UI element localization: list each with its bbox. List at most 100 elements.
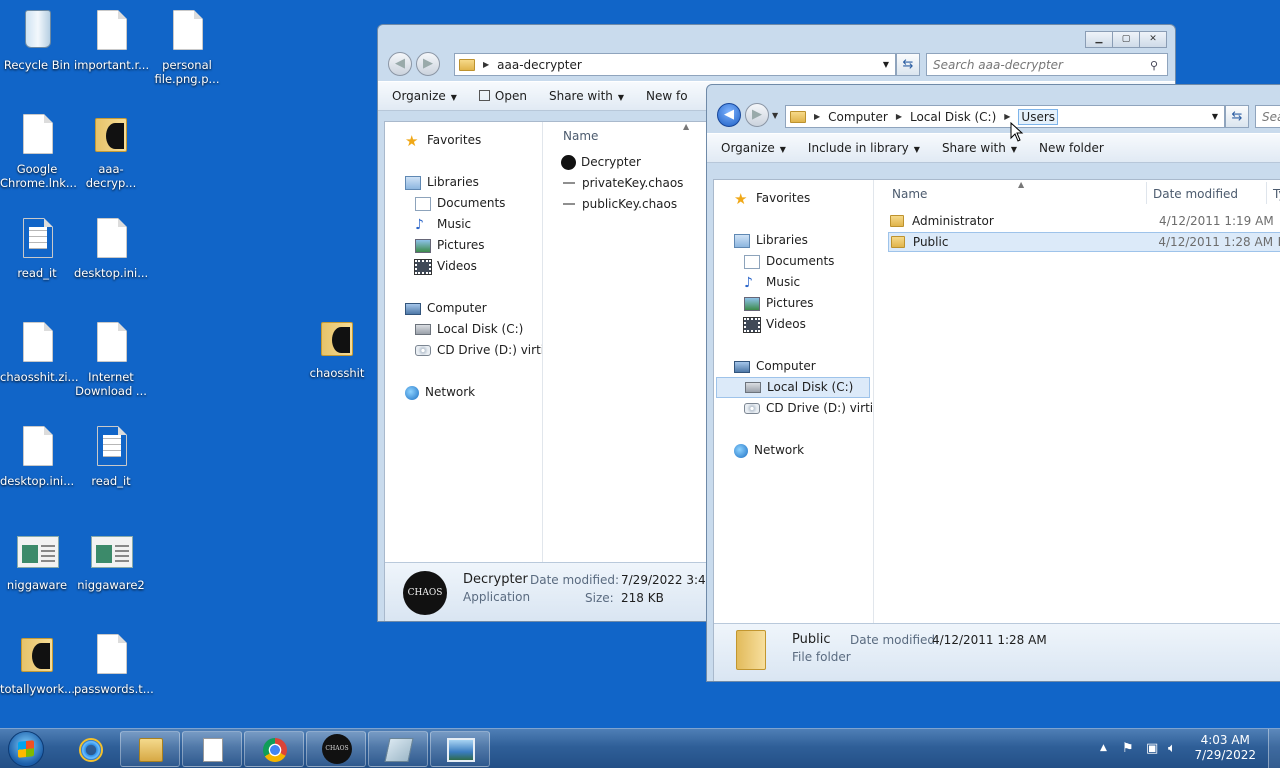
taskbar-image-viewer[interactable] — [430, 731, 490, 767]
desktop-icon-read-it[interactable]: read_it — [0, 216, 74, 280]
new-folder-button[interactable]: New folder — [1039, 141, 1104, 155]
organize-button[interactable]: Organize ▼ — [721, 141, 786, 155]
taskbar-google-chrome[interactable] — [244, 731, 304, 767]
address-bar[interactable]: ▶ aaa-decrypter ▼ — [454, 53, 896, 76]
column-header-name[interactable]: Name — [563, 124, 598, 148]
desktop-icon-aaa-decrypter[interactable]: aaa-decryp... — [74, 112, 148, 190]
breadcrumb-computer[interactable]: Computer — [828, 110, 888, 124]
nav-computer[interactable]: Computer — [405, 298, 487, 319]
nav-local-disk[interactable]: Local Disk (C:) — [415, 319, 523, 340]
minimize-button[interactable]: ▁ — [1085, 31, 1113, 48]
clock-date: 7/29/2022 — [1194, 748, 1256, 762]
forward-button[interactable]: ▶ — [745, 103, 769, 127]
nav-pictures[interactable]: Pictures — [744, 293, 814, 314]
pictures-icon — [744, 296, 760, 311]
desktop-icon-desktop-ini-2[interactable]: desktop.ini... — [0, 424, 74, 488]
desktop-icon-chaosshit[interactable]: chaosshit — [300, 316, 374, 380]
back-button[interactable]: ◀ — [717, 103, 741, 127]
file-icon — [17, 112, 57, 158]
desktop-icon-google-chrome-lnk[interactable]: Google Chrome.lnk... — [0, 112, 77, 190]
include-in-library-button[interactable]: Include in library ▼ — [808, 141, 920, 155]
nav-cd-drive[interactable]: CD Drive (D:) virtio-v — [415, 340, 542, 361]
details-size-value: 218 KB — [621, 591, 664, 605]
close-button[interactable]: ✕ — [1139, 31, 1167, 48]
nav-music[interactable]: ♪ Music — [415, 214, 471, 235]
column-header-type[interactable]: Ty — [1273, 182, 1280, 206]
folder-row-administrator[interactable]: Administrator 4/12/2011 1:19 AM Fi — [890, 211, 1280, 231]
desktop-icon-niggaware2[interactable]: niggaware2 — [74, 528, 148, 592]
file-row-private-key[interactable]: privateKey.chaos — [563, 173, 683, 193]
chevron-down-icon[interactable]: ▼ — [1212, 112, 1218, 121]
folder-row-public[interactable]: Public 4/12/2011 1:28 AM Fi — [888, 232, 1280, 252]
share-with-button[interactable]: Share with ▼ — [549, 89, 624, 103]
folder-icon — [139, 738, 163, 762]
desktop-icon-personal-file[interactable]: personal file.png.p... — [150, 8, 224, 86]
taskbar-chaos-app[interactable]: CHAOS — [306, 731, 366, 767]
nav-pictures[interactable]: Pictures — [415, 235, 485, 256]
taskbar-notepad[interactable] — [182, 731, 242, 767]
column-header-date-modified[interactable]: Date modified — [1153, 182, 1238, 206]
nav-local-disk[interactable]: Local Disk (C:) — [716, 377, 870, 398]
desktop-icon-totallywork[interactable]: totallywork... — [0, 632, 75, 696]
desktop-icon-passwords[interactable]: passwords.t... — [74, 632, 154, 696]
start-button[interactable] — [8, 731, 44, 767]
desktop-icon-read-it-2[interactable]: read_it — [74, 424, 148, 488]
action-center-flag-icon[interactable]: ⚑ — [1122, 741, 1134, 756]
back-button[interactable]: ◀ — [388, 52, 412, 76]
taskbar-windows-explorer[interactable] — [120, 731, 180, 767]
nav-documents[interactable]: Documents — [415, 193, 505, 214]
share-with-button[interactable]: Share with ▼ — [942, 141, 1017, 155]
chevron-down-icon[interactable]: ▼ — [883, 60, 889, 69]
show-desktop-button[interactable] — [1268, 729, 1280, 768]
desktop-icon-chaosshit-zip[interactable]: chaosshit.zi... — [0, 320, 79, 384]
cd-drive-icon — [744, 403, 760, 414]
show-hidden-icons-icon[interactable]: ▲ — [1100, 743, 1107, 753]
nav-videos[interactable]: Videos — [414, 256, 477, 277]
internet-explorer-icon — [79, 738, 103, 762]
maximize-button[interactable]: ▢ — [1112, 31, 1140, 48]
desktop-icon-desktop-ini[interactable]: desktop.ini... — [74, 216, 148, 280]
refresh-button[interactable]: ⇆ — [896, 53, 920, 76]
search-input[interactable]: Sea — [1255, 105, 1280, 128]
open-button[interactable]: Open — [478, 89, 527, 103]
breadcrumb-local-disk[interactable]: Local Disk (C:) — [910, 110, 996, 124]
nav-libraries[interactable]: Libraries — [405, 172, 479, 193]
nav-libraries[interactable]: Libraries — [734, 230, 808, 251]
nav-favorites[interactable]: ★ Favorites — [405, 130, 481, 151]
organize-button[interactable]: Organize ▼ — [392, 89, 457, 103]
breadcrumb-users[interactable]: Users — [1018, 108, 1059, 125]
recent-pages-icon[interactable]: ▼ — [772, 111, 778, 120]
nav-music[interactable]: ♪ Music — [744, 272, 800, 293]
forward-button[interactable]: ▶ — [416, 52, 440, 76]
folder-icon — [890, 215, 904, 227]
nav-network[interactable]: Network — [405, 382, 475, 403]
address-bar[interactable]: ▶ Computer ▶ Local Disk (C:) ▶ Users ▼ — [785, 105, 1225, 128]
column-divider — [1146, 182, 1147, 204]
nav-cd-drive[interactable]: CD Drive (D:) virtio-v — [744, 398, 873, 419]
chaos-app-icon: CHAOS — [322, 734, 352, 764]
chevron-down-icon: ▼ — [779, 145, 786, 154]
refresh-button[interactable]: ⇆ — [1225, 105, 1249, 128]
file-row-decrypter[interactable]: Decrypter — [561, 152, 641, 172]
folder-icon — [317, 316, 357, 362]
nav-videos[interactable]: Videos — [743, 314, 806, 335]
network-status-icon[interactable]: ▣ — [1146, 741, 1158, 756]
clock[interactable]: 4:03 AM 7/29/2022 — [1194, 733, 1256, 763]
desktop-icon-important[interactable]: important.r... — [74, 8, 149, 72]
new-folder-button[interactable]: New fo — [646, 89, 688, 103]
nav-computer[interactable]: Computer — [734, 356, 816, 377]
desktop-icon-recycle-bin[interactable]: Recycle Bin — [0, 8, 74, 72]
taskbar-internet-explorer[interactable] — [60, 731, 120, 767]
file-row-public-key[interactable]: publicKey.chaos — [563, 194, 677, 214]
nav-documents[interactable]: Documents — [744, 251, 834, 272]
nav-network[interactable]: Network — [734, 440, 804, 461]
search-input[interactable]: Search aaa-decrypter — [926, 53, 1168, 76]
breadcrumb-aaa-decrypter[interactable]: aaa-decrypter — [497, 58, 582, 72]
nav-favorites[interactable]: ★ Favorites — [734, 188, 810, 209]
desktop-icon-internet-download[interactable]: Internet Download ... — [74, 320, 148, 398]
chrome-icon — [263, 738, 287, 762]
desktop-icon-niggaware[interactable]: niggaware — [0, 528, 74, 592]
column-header-name[interactable]: Name — [892, 182, 927, 206]
volume-icon[interactable]: 🔈︎ — [1168, 741, 1176, 756]
taskbar-editor[interactable] — [368, 731, 428, 767]
